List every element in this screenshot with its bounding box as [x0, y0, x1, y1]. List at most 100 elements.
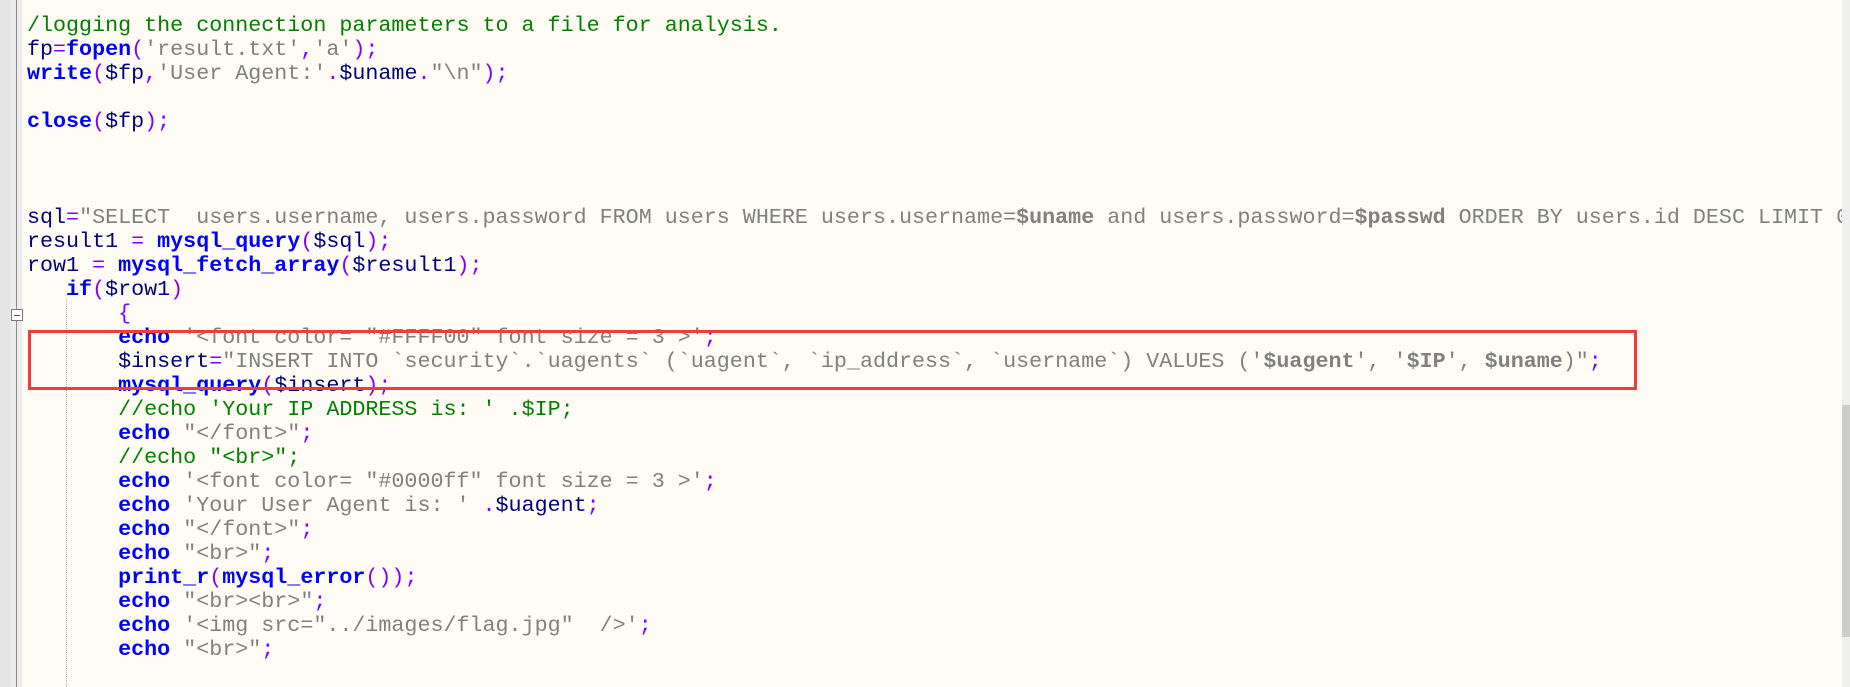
code-token-fn: mysql_fetch_array — [118, 253, 340, 278]
code-line[interactable]: print_r(mysql_error()); — [27, 566, 1842, 590]
code-token-op: , — [144, 61, 158, 86]
vertical-scrollbar[interactable] — [1842, 0, 1850, 687]
code-token-op: ; — [300, 421, 314, 446]
code-token-var: $result1 — [352, 253, 457, 278]
code-token-op: ( — [339, 253, 353, 278]
code-line[interactable]: echo "<br>"; — [27, 638, 1842, 662]
code-token-var: $insert — [118, 349, 210, 374]
code-token-str: "SELECT users.username, users.password F… — [79, 205, 1017, 230]
code-line[interactable] — [27, 134, 1842, 158]
code-token-op: ); — [352, 37, 379, 62]
code-token-op: ); — [144, 109, 171, 134]
code-line[interactable]: echo '<img src="../images/flag.jpg" />'; — [27, 614, 1842, 638]
code-token-str: ', ' — [1354, 349, 1407, 374]
fold-line — [16, 0, 17, 687]
code-token-kw: echo — [118, 637, 171, 662]
code-token-fn: print_r — [118, 565, 210, 590]
code-token-str: "<br>" — [183, 637, 262, 662]
code-token-op: = — [92, 253, 106, 278]
code-line[interactable]: result1 = mysql_query($sql); — [27, 230, 1842, 254]
code-line[interactable]: echo '<font color= "#0000ff" font size =… — [27, 470, 1842, 494]
code-token-op: { — [118, 301, 132, 326]
code-token-str: "<br>" — [183, 541, 262, 566]
code-token-var: $insert — [274, 373, 366, 398]
code-line[interactable]: echo "<br><br>"; — [27, 590, 1842, 614]
code-line[interactable]: echo "</font>"; — [27, 422, 1842, 446]
code-token-var: $uagent — [495, 493, 587, 518]
code-token-op: ; — [703, 325, 717, 350]
code-token-bv: $uname — [1484, 349, 1563, 374]
code-line[interactable]: //echo 'Your IP ADDRESS is: ' .$IP; — [27, 398, 1842, 422]
code-token-op: ( — [209, 565, 223, 590]
code-token-str: '<img src="../images/flag.jpg" />' — [183, 613, 639, 638]
code-token-kw: echo — [118, 325, 171, 350]
code-line[interactable]: sql="SELECT users.username, users.passwo… — [27, 205, 1850, 230]
code-token-kw: echo — [118, 493, 171, 518]
code-editor[interactable]: /logging the connection parameters to a … — [27, 14, 1850, 662]
code-token-op: . — [482, 493, 496, 518]
code-token-fn: mysql_error — [222, 565, 366, 590]
code-token-op: ); — [365, 229, 392, 254]
code-token-op: ); — [482, 61, 509, 86]
code-line[interactable]: //echo "<br>"; — [27, 446, 1842, 470]
code-token-op: . — [326, 61, 340, 86]
code-token-op: ; — [703, 469, 717, 494]
code-token-cm: //echo "<br>"; — [118, 445, 301, 470]
code-token-kw: echo — [118, 421, 171, 446]
code-token-op: ) — [170, 277, 184, 302]
scrollbar-thumb[interactable] — [1842, 405, 1850, 637]
code-line[interactable]: echo "</font>"; — [27, 518, 1842, 542]
code-line[interactable] — [27, 86, 1842, 110]
code-token-bv: $passwd — [1354, 205, 1446, 230]
code-line[interactable]: echo "<br>"; — [27, 542, 1842, 566]
code-token-var: $uname — [339, 61, 418, 86]
code-token-str: '<font color= "#0000ff" font size = 3 >' — [183, 469, 704, 494]
code-line[interactable]: echo 'Your User Agent is: ' .$uagent; — [27, 494, 1842, 518]
code-token-op: ( — [92, 277, 106, 302]
code-token-op: ; — [638, 613, 652, 638]
code-line[interactable]: close($fp); — [27, 110, 1842, 134]
code-line[interactable]: mysql_query($insert); — [27, 374, 1842, 398]
code-token-fn: mysql_query — [157, 229, 301, 254]
code-token-fn: fopen — [66, 37, 132, 62]
code-line[interactable]: row1 = mysql_fetch_array($result1); — [27, 254, 1842, 278]
code-token-op: ; — [261, 541, 275, 566]
fold-collapse-icon[interactable] — [11, 309, 23, 321]
code-token-op: = — [131, 229, 145, 254]
code-token-op: ; — [300, 517, 314, 542]
code-line[interactable]: echo '<font color= "#FFFF00" font size =… — [27, 326, 1842, 350]
code-token-bv: $uname — [1016, 205, 1095, 230]
line-margin — [0, 0, 10, 687]
code-token-str: 'a' — [313, 37, 353, 62]
code-line[interactable]: fp=fopen('result.txt','a'); — [27, 38, 1842, 62]
code-line[interactable]: /logging the connection parameters to a … — [27, 14, 1842, 38]
code-line[interactable]: if($row1) — [27, 278, 1842, 302]
code-token-str: "</font>" — [183, 517, 301, 542]
code-line[interactable]: $insert="INSERT INTO `security`.`uagents… — [27, 350, 1842, 374]
code-token-fn: write — [27, 61, 93, 86]
code-token-plain: sql — [27, 205, 67, 230]
code-token-kw: if — [66, 277, 93, 302]
code-token-str: 'User Agent:' — [157, 61, 327, 86]
code-token-op: ); — [365, 373, 392, 398]
code-line[interactable] — [27, 158, 1842, 182]
code-line[interactable]: { — [27, 302, 1842, 326]
code-token-op: , — [300, 37, 314, 62]
code-token-str: "\n" — [430, 61, 483, 86]
code-line[interactable]: write($fp,'User Agent:'.$uname."\n"); — [27, 62, 1842, 86]
code-line[interactable] — [27, 182, 1842, 206]
